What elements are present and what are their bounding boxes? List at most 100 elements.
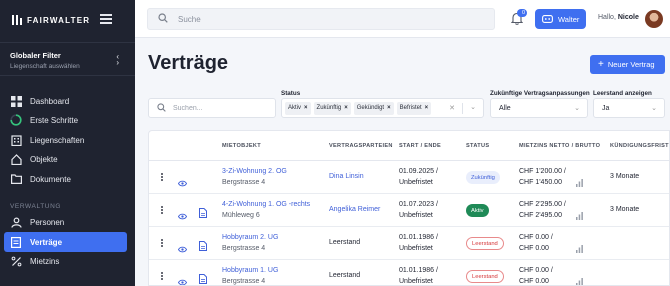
- hamburger-menu-icon[interactable]: [100, 14, 112, 24]
- global-filter[interactable]: Globaler Filter Liegenschaft auswählen ‹…: [0, 42, 135, 76]
- table-row[interactable]: 3-Zi-Wohnung 2. OG Bergstrasse 4 Dina Lins…: [149, 162, 669, 194]
- rent-gross: CHF 1'450.00: [519, 179, 562, 186]
- column-header-status[interactable]: STATUS: [466, 143, 489, 149]
- rent-chart-icon[interactable]: [576, 273, 583, 285]
- chevron-down-icon[interactable]: ⌄: [470, 103, 476, 111]
- global-search[interactable]: [147, 8, 495, 30]
- chevron-up-down-icon: ‹ ›: [116, 52, 119, 67]
- notifications-badge: 0: [517, 9, 527, 17]
- nav-item-erste-schritte[interactable]: Erste Schritte: [4, 110, 127, 130]
- view-eye-icon[interactable]: [177, 207, 188, 225]
- adjustments-filter-label: Zukünftige Vertragsanpassungen: [490, 90, 590, 97]
- document-icon[interactable]: [199, 205, 207, 223]
- more-options-icon[interactable]: [161, 239, 165, 249]
- table-row[interactable]: 4-Zi-Wohnung 1. OG -rechts Mühleweg 6 Ange…: [149, 195, 669, 227]
- status-badge: Aktiv: [466, 204, 489, 217]
- nav-item-mietzins[interactable]: Mietzins: [4, 251, 127, 271]
- column-header-start-ende[interactable]: START / ENDE: [399, 143, 441, 149]
- rent-gross: CHF 0.00: [519, 278, 549, 285]
- contract-start: 01.01.1986 /: [399, 267, 438, 274]
- rent-chart-icon[interactable]: [576, 240, 583, 258]
- more-options-icon[interactable]: [161, 173, 165, 183]
- column-header-vertragsparteien[interactable]: VERTRAGSPARTEIEN: [329, 143, 393, 149]
- nav-item-vertraege[interactable]: Verträge: [4, 232, 127, 252]
- contract-start: 01.09.2025 /: [399, 168, 438, 175]
- fairwalter-logo-icon: [12, 15, 22, 25]
- topbar: 0 Walter Hallo, Nicole: [135, 0, 670, 38]
- rent-chart-icon[interactable]: [576, 174, 583, 192]
- contract-party[interactable]: Angelika Reimer: [329, 206, 380, 213]
- status-filter[interactable]: Aktiv × Zukünftig × Gekündigt × Befristet × …: [281, 98, 484, 118]
- object-link[interactable]: Hobbyraum 2. UG: [222, 234, 278, 241]
- avatar[interactable]: [645, 10, 663, 28]
- global-search-input[interactable]: [178, 14, 478, 24]
- nav-item-liegenschaften[interactable]: Liegenschaften: [4, 130, 127, 150]
- object-link[interactable]: Hobbyraum 1. UG: [222, 267, 278, 274]
- adjustments-select[interactable]: Alle ⌄: [490, 98, 588, 118]
- column-header-kuendigungsfrist[interactable]: KÜNDIGUNGSFRIST: [610, 143, 669, 149]
- user-name: Nicole: [617, 14, 639, 21]
- status-filter-label: Status: [281, 90, 301, 97]
- folder-icon: [10, 173, 22, 185]
- column-header-mietobjekt[interactable]: MIETOBJEKT: [222, 143, 261, 149]
- object-link[interactable]: 3-Zi-Wohnung 2. OG: [222, 168, 287, 175]
- search-icon: [157, 99, 166, 117]
- nav-item-dokumente[interactable]: Dokumente: [4, 169, 127, 189]
- notice-period: 3 Monate: [610, 173, 640, 180]
- contract-party[interactable]: Dina Linsin: [329, 173, 364, 180]
- more-options-icon[interactable]: [161, 272, 165, 282]
- contract-icon: [10, 236, 22, 248]
- vacancy-select[interactable]: Ja ⌄: [593, 98, 665, 118]
- document-icon[interactable]: [199, 271, 207, 285]
- nav-item-label: Objekte: [30, 154, 58, 164]
- vacancy-value: Ja: [602, 104, 610, 112]
- remove-chip-icon[interactable]: ×: [387, 105, 391, 111]
- nav-item-personen[interactable]: Personen: [4, 212, 127, 232]
- view-eye-icon[interactable]: [177, 273, 188, 285]
- vacancy-filter-label: Leerstand anzeigen: [593, 90, 652, 97]
- rent-chart-icon[interactable]: [576, 207, 583, 225]
- table-header: MIETOBJEKT VERTRAGSPARTEIEN START / ENDE…: [149, 131, 669, 161]
- view-eye-icon[interactable]: [177, 240, 188, 258]
- global-filter-subtitle: Liegenschaft auswählen: [10, 63, 80, 70]
- greeting-text: Hallo,: [598, 14, 616, 21]
- walter-assistant-label: Walter: [558, 14, 580, 24]
- status-chip-aktiv: Aktiv ×: [285, 101, 311, 115]
- rent-gross: CHF 0.00: [519, 245, 549, 252]
- remove-chip-icon[interactable]: ×: [304, 105, 308, 111]
- nav-item-objekte[interactable]: Objekte: [4, 149, 127, 169]
- plus-icon: +: [598, 58, 604, 70]
- global-filter-title: Globaler Filter: [10, 51, 61, 60]
- progress-ring-icon: [10, 114, 22, 126]
- document-icon[interactable]: [199, 238, 207, 256]
- nav-item-dashboard[interactable]: Dashboard: [4, 91, 127, 111]
- contract-party: Leerstand: [329, 272, 361, 279]
- walter-assistant-button[interactable]: Walter: [535, 9, 586, 29]
- status-chip-gekuendigt: Gekündigt ×: [353, 101, 394, 115]
- divider: [462, 103, 463, 114]
- more-options-icon[interactable]: [161, 206, 165, 216]
- building-icon: [10, 134, 22, 146]
- nav-item-label: Personen: [30, 217, 65, 227]
- brand[interactable]: FAIRWALTER: [12, 12, 90, 28]
- column-header-mietzins[interactable]: MIETZINS NETTO / BRUTTO: [519, 143, 600, 149]
- status-badge: Leerstand: [466, 270, 504, 283]
- object-link[interactable]: 4-Zi-Wohnung 1. OG -rechts: [222, 201, 310, 208]
- notifications-bell-icon[interactable]: 0: [510, 9, 527, 26]
- chip-label: Zukünftig: [316, 105, 342, 111]
- new-contract-button[interactable]: + Neuer Vertrag: [590, 55, 665, 74]
- nav-item-label: Dokumente: [30, 174, 71, 184]
- remove-chip-icon[interactable]: ×: [344, 105, 348, 111]
- nav-item-label: Erste Schritte: [30, 115, 79, 125]
- clear-all-icon[interactable]: ✕: [449, 104, 455, 112]
- contract-end: Unbefristet: [399, 212, 433, 219]
- remove-chip-icon[interactable]: ×: [425, 105, 429, 111]
- nav-item-label: Dashboard: [30, 96, 70, 106]
- object-address: Bergstrasse 4: [222, 179, 266, 186]
- contract-search[interactable]: [148, 98, 276, 118]
- contract-search-input[interactable]: [173, 104, 273, 112]
- table-row[interactable]: Hobbyraum 1. UG Bergstrasse 4 Leerstand 01.…: [149, 261, 669, 285]
- contract-start: 01.01.1986 /: [399, 234, 438, 241]
- view-eye-icon[interactable]: [177, 174, 188, 192]
- table-row[interactable]: Hobbyraum 2. UG Bergstrasse 4 Leerstand 01.…: [149, 228, 669, 260]
